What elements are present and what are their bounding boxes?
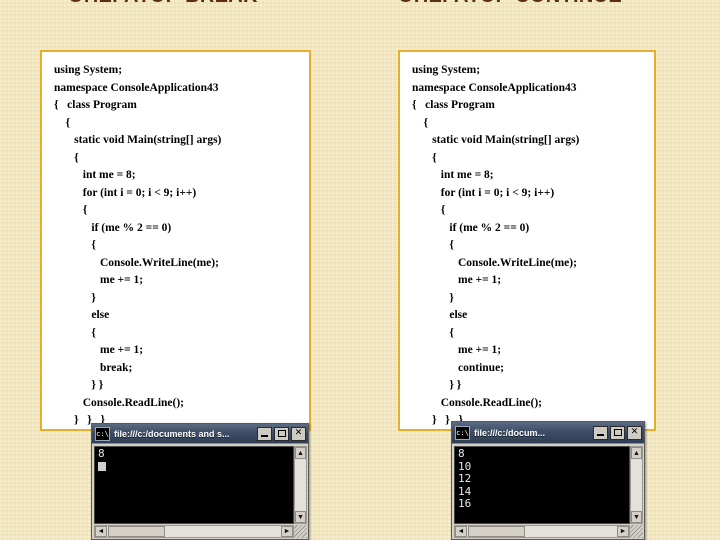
console-icon: c:\ bbox=[95, 426, 110, 441]
code-line: else bbox=[54, 309, 110, 321]
console-output-line: 10 bbox=[458, 459, 472, 473]
console-output-line: 8 bbox=[98, 447, 105, 460]
code-line: { bbox=[54, 204, 88, 216]
code-line: me += 1; bbox=[412, 344, 502, 356]
console-vertical-scrollbar[interactable]: ▲ ▼ bbox=[294, 446, 307, 524]
scroll-up-icon[interactable]: ▲ bbox=[631, 447, 642, 459]
window-buttons: ✕ bbox=[593, 425, 642, 440]
close-button[interactable]: ✕ bbox=[627, 425, 642, 440]
console-caret bbox=[98, 461, 293, 474]
scroll-right-icon[interactable]: ► bbox=[617, 526, 629, 537]
console-output-break: 8 bbox=[94, 446, 294, 524]
console-output-line: 12 bbox=[458, 472, 472, 485]
code-text-break: using System; namespace ConsoleApplicatio… bbox=[42, 52, 309, 430]
scroll-up-icon[interactable]: ▲ bbox=[295, 447, 306, 459]
code-line: { bbox=[412, 326, 454, 339]
code-line: { class Program bbox=[54, 99, 137, 111]
scroll-left-icon[interactable]: ◄ bbox=[95, 526, 107, 537]
code-line: { bbox=[412, 151, 437, 164]
console-output-continue: 8 10 12 14 16 bbox=[454, 446, 630, 524]
console-output-line: 14 bbox=[458, 484, 472, 498]
console-icon: c:\ bbox=[455, 425, 470, 440]
page-title-break: ОПЕРАТОР BREAK bbox=[68, 0, 353, 9]
code-line: continue; bbox=[412, 361, 504, 374]
code-line: using System; bbox=[412, 64, 481, 76]
console-client-break: 8 ▲ ▼ ◄ ► bbox=[92, 443, 308, 539]
code-line: Console.ReadLine(); bbox=[412, 396, 543, 409]
code-line: using System; bbox=[54, 64, 123, 76]
hscroll-track[interactable] bbox=[165, 526, 281, 537]
code-line: } bbox=[412, 291, 454, 304]
code-line: { bbox=[54, 239, 96, 251]
console-window-continue[interactable]: c:\ file:///c:/docum... ✕ 8 10 12 14 16 ▲ ▼ … bbox=[451, 421, 645, 540]
scroll-down-icon[interactable]: ▼ bbox=[631, 511, 642, 523]
code-line: me += 1; bbox=[54, 274, 144, 286]
code-line: int me = 8; bbox=[54, 169, 136, 181]
code-line: me += 1; bbox=[54, 344, 144, 356]
minimize-button[interactable] bbox=[593, 425, 608, 440]
hscroll-track[interactable] bbox=[525, 526, 617, 537]
code-line: { bbox=[412, 239, 454, 251]
console-vertical-scrollbar[interactable]: ▲ ▼ bbox=[630, 446, 643, 524]
code-line: static void Main(string[] args) bbox=[412, 134, 580, 146]
code-text-continue: using System; namespace ConsoleApplicatio… bbox=[400, 52, 654, 430]
scroll-left-icon[interactable]: ◄ bbox=[455, 526, 467, 537]
console-output-line: 8 bbox=[458, 447, 465, 460]
code-line: namespace ConsoleApplication43 bbox=[54, 81, 219, 94]
code-line: namespace ConsoleApplication43 bbox=[412, 81, 577, 94]
code-line: Console.WriteLine(me); bbox=[412, 256, 577, 269]
code-line: } } bbox=[54, 379, 104, 391]
code-line: { bbox=[412, 116, 429, 129]
code-line: if (me % 2 == 0) bbox=[412, 221, 530, 234]
resize-grip-icon[interactable] bbox=[294, 525, 307, 538]
code-block-break: using System; namespace ConsoleApplicatio… bbox=[40, 50, 311, 431]
scroll-down-icon[interactable]: ▼ bbox=[295, 511, 306, 523]
code-line: if (me % 2 == 0) bbox=[54, 221, 172, 234]
slide-column-left: ОПЕРАТОР BREAK using System; namespace Co… bbox=[0, 0, 360, 540]
code-line: for (int i = 0; i < 9; i++) bbox=[54, 186, 197, 199]
page-title-continue: ОПЕРАТОР CONTINUE bbox=[398, 0, 683, 9]
code-line: { bbox=[54, 151, 79, 164]
code-line: for (int i = 0; i < 9; i++) bbox=[412, 186, 555, 199]
code-line: { bbox=[54, 326, 96, 339]
console-horizontal-scrollbar[interactable]: ◄ ► bbox=[454, 525, 630, 538]
hscroll-thumb[interactable] bbox=[108, 526, 165, 537]
code-line: static void Main(string[] args) bbox=[54, 134, 222, 146]
code-line: Console.WriteLine(me); bbox=[54, 256, 219, 269]
hscroll-thumb[interactable] bbox=[468, 526, 525, 537]
code-line: { class Program bbox=[412, 99, 495, 111]
console-output-line: 16 bbox=[458, 497, 472, 510]
console-title-text: file:///c:/docum... bbox=[474, 427, 546, 438]
console-titlebar-break[interactable]: c:\ file:///c:/documents and s... ✕ bbox=[92, 424, 308, 443]
resize-grip-icon[interactable] bbox=[630, 525, 643, 538]
code-line: { bbox=[54, 116, 71, 129]
minimize-button[interactable] bbox=[257, 426, 272, 441]
console-title-text: file:///c:/documents and s... bbox=[114, 428, 230, 439]
scroll-right-icon[interactable]: ► bbox=[281, 526, 293, 537]
code-line: me += 1; bbox=[412, 274, 502, 286]
code-line: { bbox=[412, 204, 446, 216]
code-line: break; bbox=[54, 361, 133, 374]
window-buttons: ✕ bbox=[257, 426, 306, 441]
code-line: Console.ReadLine(); bbox=[54, 396, 185, 409]
console-client-continue: 8 10 12 14 16 ▲ ▼ ◄ ► bbox=[452, 443, 644, 539]
code-line: int me = 8; bbox=[412, 169, 494, 181]
maximize-button[interactable] bbox=[274, 426, 289, 441]
maximize-button[interactable] bbox=[610, 425, 625, 440]
code-block-continue: using System; namespace ConsoleApplicatio… bbox=[398, 50, 656, 431]
code-line: else bbox=[412, 309, 468, 321]
console-horizontal-scrollbar[interactable]: ◄ ► bbox=[94, 525, 294, 538]
code-line: } } bbox=[412, 379, 462, 391]
code-line: } bbox=[54, 291, 96, 304]
console-titlebar-continue[interactable]: c:\ file:///c:/docum... ✕ bbox=[452, 422, 644, 443]
close-button[interactable]: ✕ bbox=[291, 426, 306, 441]
console-window-break[interactable]: c:\ file:///c:/documents and s... ✕ 8 ▲ … bbox=[91, 423, 309, 540]
